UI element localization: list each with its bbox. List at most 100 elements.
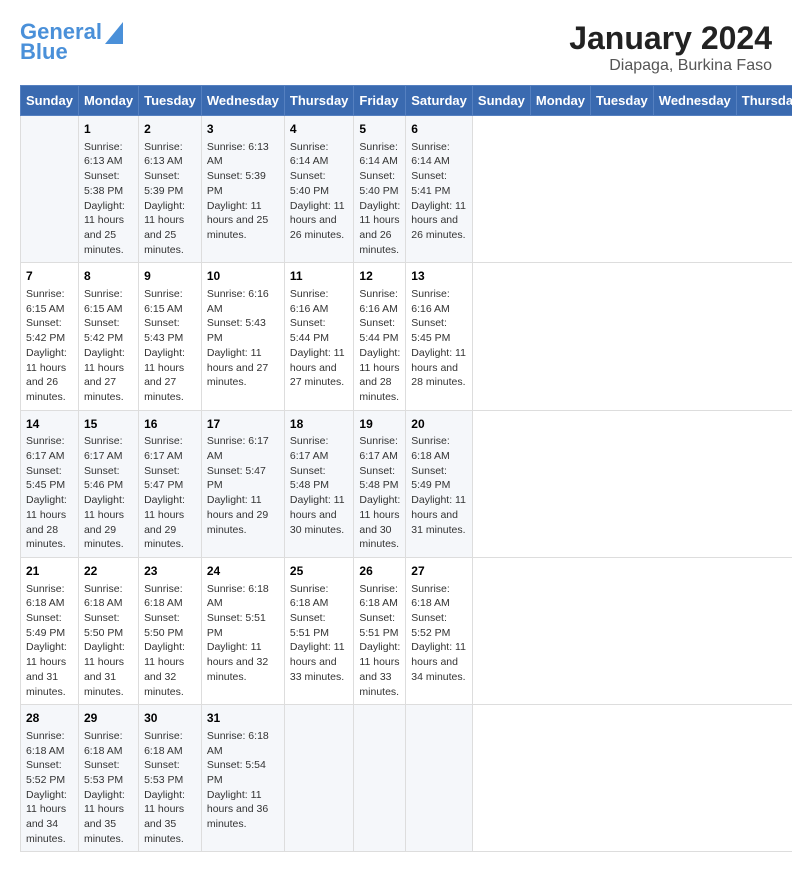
- day-info: Sunrise: 6:18 AMSunset: 5:50 PMDaylight:…: [144, 582, 196, 700]
- calendar-cell: 31 Sunrise: 6:18 AMSunset: 5:54 PMDayligh…: [201, 705, 284, 852]
- day-info: Sunrise: 6:15 AMSunset: 5:42 PMDaylight:…: [26, 287, 73, 405]
- day-info: Sunrise: 6:18 AMSunset: 5:54 PMDaylight:…: [207, 729, 279, 832]
- day-number: 30: [144, 710, 196, 727]
- day-number: 9: [144, 268, 196, 285]
- day-number: 29: [84, 710, 133, 727]
- title-area: January 2024 Diapaga, Burkina Faso: [569, 20, 772, 75]
- day-header-tuesday: Tuesday: [139, 86, 202, 116]
- calendar-cell: 7 Sunrise: 6:15 AMSunset: 5:42 PMDaylight…: [21, 263, 79, 410]
- day-number: 1: [84, 121, 133, 138]
- day-info: Sunrise: 6:18 AMSunset: 5:50 PMDaylight:…: [84, 582, 133, 700]
- day-number: 13: [411, 268, 467, 285]
- calendar-cell: 20Sunrise: 6:18 AMSunset: 5:49 PMDayligh…: [406, 410, 473, 557]
- day-info: Sunrise: 6:17 AMSunset: 5:48 PMDaylight:…: [359, 434, 400, 552]
- day-header-tuesday: Tuesday: [591, 86, 654, 116]
- calendar-cell: 12 Sunrise: 6:16 AMSunset: 5:44 PMDayligh…: [354, 263, 406, 410]
- day-info: Sunrise: 6:17 AMSunset: 5:48 PMDaylight:…: [290, 434, 349, 537]
- calendar-cell: 21Sunrise: 6:18 AMSunset: 5:49 PMDayligh…: [21, 557, 79, 704]
- calendar-cell: 2Sunrise: 6:13 AMSunset: 5:39 PMDaylight…: [139, 116, 202, 263]
- calendar-cell: [354, 705, 406, 852]
- calendar-cell: 1 Sunrise: 6:13 AMSunset: 5:38 PMDaylight…: [78, 116, 138, 263]
- day-header-monday: Monday: [78, 86, 138, 116]
- day-number: 15: [84, 416, 133, 433]
- day-header-wednesday: Wednesday: [653, 86, 736, 116]
- calendar-week-row: 21Sunrise: 6:18 AMSunset: 5:49 PMDayligh…: [21, 557, 792, 704]
- day-info: Sunrise: 6:17 AMSunset: 5:46 PMDaylight:…: [84, 434, 133, 552]
- day-number: 4: [290, 121, 349, 138]
- calendar-cell: 3 Sunrise: 6:13 AMSunset: 5:39 PMDaylight…: [201, 116, 284, 263]
- calendar-cell: 10Sunrise: 6:16 AMSunset: 5:43 PMDayligh…: [201, 263, 284, 410]
- day-number: 28: [26, 710, 73, 727]
- day-info: Sunrise: 6:14 AMSunset: 5:41 PMDaylight:…: [411, 140, 467, 243]
- day-number: 6: [411, 121, 467, 138]
- day-number: 23: [144, 563, 196, 580]
- calendar-cell: [284, 705, 354, 852]
- day-info: Sunrise: 6:13 AMSunset: 5:38 PMDaylight:…: [84, 140, 133, 258]
- day-info: Sunrise: 6:15 AMSunset: 5:43 PMDaylight:…: [144, 287, 196, 405]
- calendar-table: SundayMondayTuesdayWednesdayThursdayFrid…: [20, 85, 792, 852]
- day-number: 22: [84, 563, 133, 580]
- logo-text2: Blue: [20, 40, 68, 64]
- day-number: 21: [26, 563, 73, 580]
- day-number: 20: [411, 416, 467, 433]
- day-header-thursday: Thursday: [284, 86, 354, 116]
- calendar-cell: [21, 116, 79, 263]
- calendar-week-row: 1 Sunrise: 6:13 AMSunset: 5:38 PMDaylight…: [21, 116, 792, 263]
- day-info: Sunrise: 6:16 AMSunset: 5:43 PMDaylight:…: [207, 287, 279, 390]
- calendar-cell: 24 Sunrise: 6:18 AMSunset: 5:51 PMDayligh…: [201, 557, 284, 704]
- logo: General Blue: [20, 20, 123, 64]
- calendar-cell: 28Sunrise: 6:18 AMSunset: 5:52 PMDayligh…: [21, 705, 79, 852]
- day-number: 3: [207, 121, 279, 138]
- day-info: Sunrise: 6:15 AMSunset: 5:42 PMDaylight:…: [84, 287, 133, 405]
- calendar-cell: 11Sunrise: 6:16 AMSunset: 5:44 PMDayligh…: [284, 263, 354, 410]
- day-number: 17: [207, 416, 279, 433]
- calendar-cell: 14Sunrise: 6:17 AMSunset: 5:45 PMDayligh…: [21, 410, 79, 557]
- day-info: Sunrise: 6:18 AMSunset: 5:51 PMDaylight:…: [359, 582, 400, 700]
- day-info: Sunrise: 6:16 AMSunset: 5:44 PMDaylight:…: [359, 287, 400, 405]
- day-number: 16: [144, 416, 196, 433]
- calendar-cell: 30Sunrise: 6:18 AMSunset: 5:53 PMDayligh…: [139, 705, 202, 852]
- day-header-thursday: Thursday: [736, 86, 792, 116]
- day-info: Sunrise: 6:13 AMSunset: 5:39 PMDaylight:…: [207, 140, 279, 243]
- calendar-cell: 22 Sunrise: 6:18 AMSunset: 5:50 PMDayligh…: [78, 557, 138, 704]
- day-number: 7: [26, 268, 73, 285]
- day-info: Sunrise: 6:17 AMSunset: 5:47 PMDaylight:…: [144, 434, 196, 552]
- calendar-cell: 18Sunrise: 6:17 AMSunset: 5:48 PMDayligh…: [284, 410, 354, 557]
- day-number: 25: [290, 563, 349, 580]
- calendar-cell: 6 Sunrise: 6:14 AMSunset: 5:41 PMDaylight…: [406, 116, 473, 263]
- day-number: 27: [411, 563, 467, 580]
- day-header-sunday: Sunday: [21, 86, 79, 116]
- day-number: 2: [144, 121, 196, 138]
- main-title: January 2024: [569, 20, 772, 57]
- calendar-cell: 19Sunrise: 6:17 AMSunset: 5:48 PMDayligh…: [354, 410, 406, 557]
- day-number: 31: [207, 710, 279, 727]
- calendar-cell: 15Sunrise: 6:17 AMSunset: 5:46 PMDayligh…: [78, 410, 138, 557]
- calendar-cell: 5 Sunrise: 6:14 AMSunset: 5:40 PMDaylight…: [354, 116, 406, 263]
- day-info: Sunrise: 6:14 AMSunset: 5:40 PMDaylight:…: [290, 140, 349, 243]
- day-number: 12: [359, 268, 400, 285]
- day-number: 5: [359, 121, 400, 138]
- day-header-monday: Monday: [530, 86, 590, 116]
- day-number: 8: [84, 268, 133, 285]
- day-info: Sunrise: 6:18 AMSunset: 5:52 PMDaylight:…: [411, 582, 467, 685]
- day-info: Sunrise: 6:18 AMSunset: 5:51 PMDaylight:…: [207, 582, 279, 685]
- calendar-cell: 29 Sunrise: 6:18 AMSunset: 5:53 PMDayligh…: [78, 705, 138, 852]
- day-number: 14: [26, 416, 73, 433]
- day-info: Sunrise: 6:18 AMSunset: 5:53 PMDaylight:…: [84, 729, 133, 847]
- calendar-cell: 23 Sunrise: 6:18 AMSunset: 5:50 PMDayligh…: [139, 557, 202, 704]
- calendar-cell: 8 Sunrise: 6:15 AMSunset: 5:42 PMDaylight…: [78, 263, 138, 410]
- calendar-week-row: 28Sunrise: 6:18 AMSunset: 5:52 PMDayligh…: [21, 705, 792, 852]
- day-info: Sunrise: 6:14 AMSunset: 5:40 PMDaylight:…: [359, 140, 400, 258]
- day-info: Sunrise: 6:17 AMSunset: 5:47 PMDaylight:…: [207, 434, 279, 537]
- calendar-cell: 25 Sunrise: 6:18 AMSunset: 5:51 PMDayligh…: [284, 557, 354, 704]
- calendar-cell: 17Sunrise: 6:17 AMSunset: 5:47 PMDayligh…: [201, 410, 284, 557]
- day-info: Sunrise: 6:16 AMSunset: 5:44 PMDaylight:…: [290, 287, 349, 390]
- day-info: Sunrise: 6:18 AMSunset: 5:49 PMDaylight:…: [411, 434, 467, 537]
- day-header-saturday: Saturday: [406, 86, 473, 116]
- day-number: 24: [207, 563, 279, 580]
- page-header: General Blue January 2024 Diapaga, Burki…: [20, 20, 772, 75]
- day-info: Sunrise: 6:16 AMSunset: 5:45 PMDaylight:…: [411, 287, 467, 390]
- day-info: Sunrise: 6:18 AMSunset: 5:51 PMDaylight:…: [290, 582, 349, 685]
- calendar-cell: 16Sunrise: 6:17 AMSunset: 5:47 PMDayligh…: [139, 410, 202, 557]
- calendar-cell: 27 Sunrise: 6:18 AMSunset: 5:52 PMDayligh…: [406, 557, 473, 704]
